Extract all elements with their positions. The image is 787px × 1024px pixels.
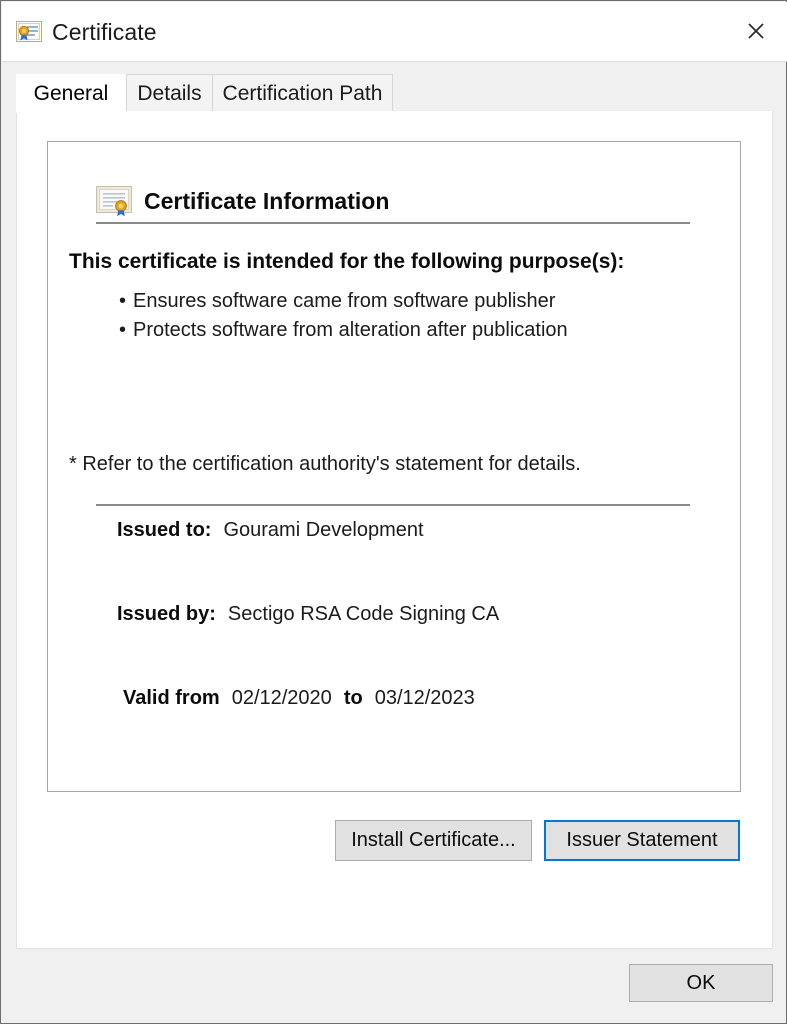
tab-certification-path[interactable]: Certification Path (212, 74, 393, 112)
tab-general[interactable]: General (16, 74, 126, 113)
tab-details-label: Details (137, 81, 202, 105)
certificate-information-title: Certificate Information (144, 188, 390, 214)
tab-general-label: General (33, 82, 109, 105)
valid-from-value: 02/12/2020 (231, 687, 332, 709)
issuer-statement-label: Issuer Statement (566, 829, 718, 851)
valid-to-word: to (343, 687, 363, 709)
purpose-heading: This certificate is intended for the fol… (69, 250, 625, 273)
close-icon[interactable] (726, 2, 786, 60)
issued-by-label: Issued by: (117, 603, 216, 625)
certificate-information-header: Certificate Information (96, 186, 389, 217)
list-item: Protects software from alteration after … (119, 316, 568, 345)
validity-row: Valid from 02/12/2020 to 03/12/2023 (123, 687, 475, 710)
tab-certification-path-label: Certification Path (222, 81, 383, 105)
certificate-icon (96, 186, 132, 217)
tab-strip: General Details Certification Path (16, 74, 773, 113)
issued-to-value: Gourami Development (223, 519, 424, 541)
issued-to-label: Issued to: (117, 519, 212, 541)
title-bar: Certificate (2, 2, 787, 62)
tab-details[interactable]: Details (126, 74, 213, 112)
list-item: Ensures software came from software publ… (119, 287, 568, 316)
valid-from-label: Valid from (123, 687, 220, 709)
issuer-statement-button[interactable]: Issuer Statement (544, 820, 740, 861)
ok-button[interactable]: OK (629, 964, 773, 1002)
purpose-list: Ensures software came from software publ… (119, 287, 568, 345)
ok-label: OK (686, 971, 716, 994)
issued-by-value: Sectigo RSA Code Signing CA (227, 603, 500, 625)
valid-to-value: 03/12/2023 (374, 687, 475, 709)
install-certificate-button[interactable]: Install Certificate... (335, 820, 532, 861)
certificate-icon (16, 20, 42, 44)
divider-top (96, 222, 690, 224)
install-certificate-label: Install Certificate... (351, 829, 516, 851)
issued-to-row: Issued to: Gourami Development (117, 519, 424, 542)
refer-to-ca-statement-note: * Refer to the certification authority's… (69, 453, 581, 475)
divider-middle (96, 504, 690, 506)
window-title: Certificate (52, 19, 157, 45)
issued-by-row: Issued by: Sectigo RSA Code Signing CA (117, 603, 499, 626)
certificate-dialog-window: Certificate General Details Certificatio… (0, 0, 787, 1024)
